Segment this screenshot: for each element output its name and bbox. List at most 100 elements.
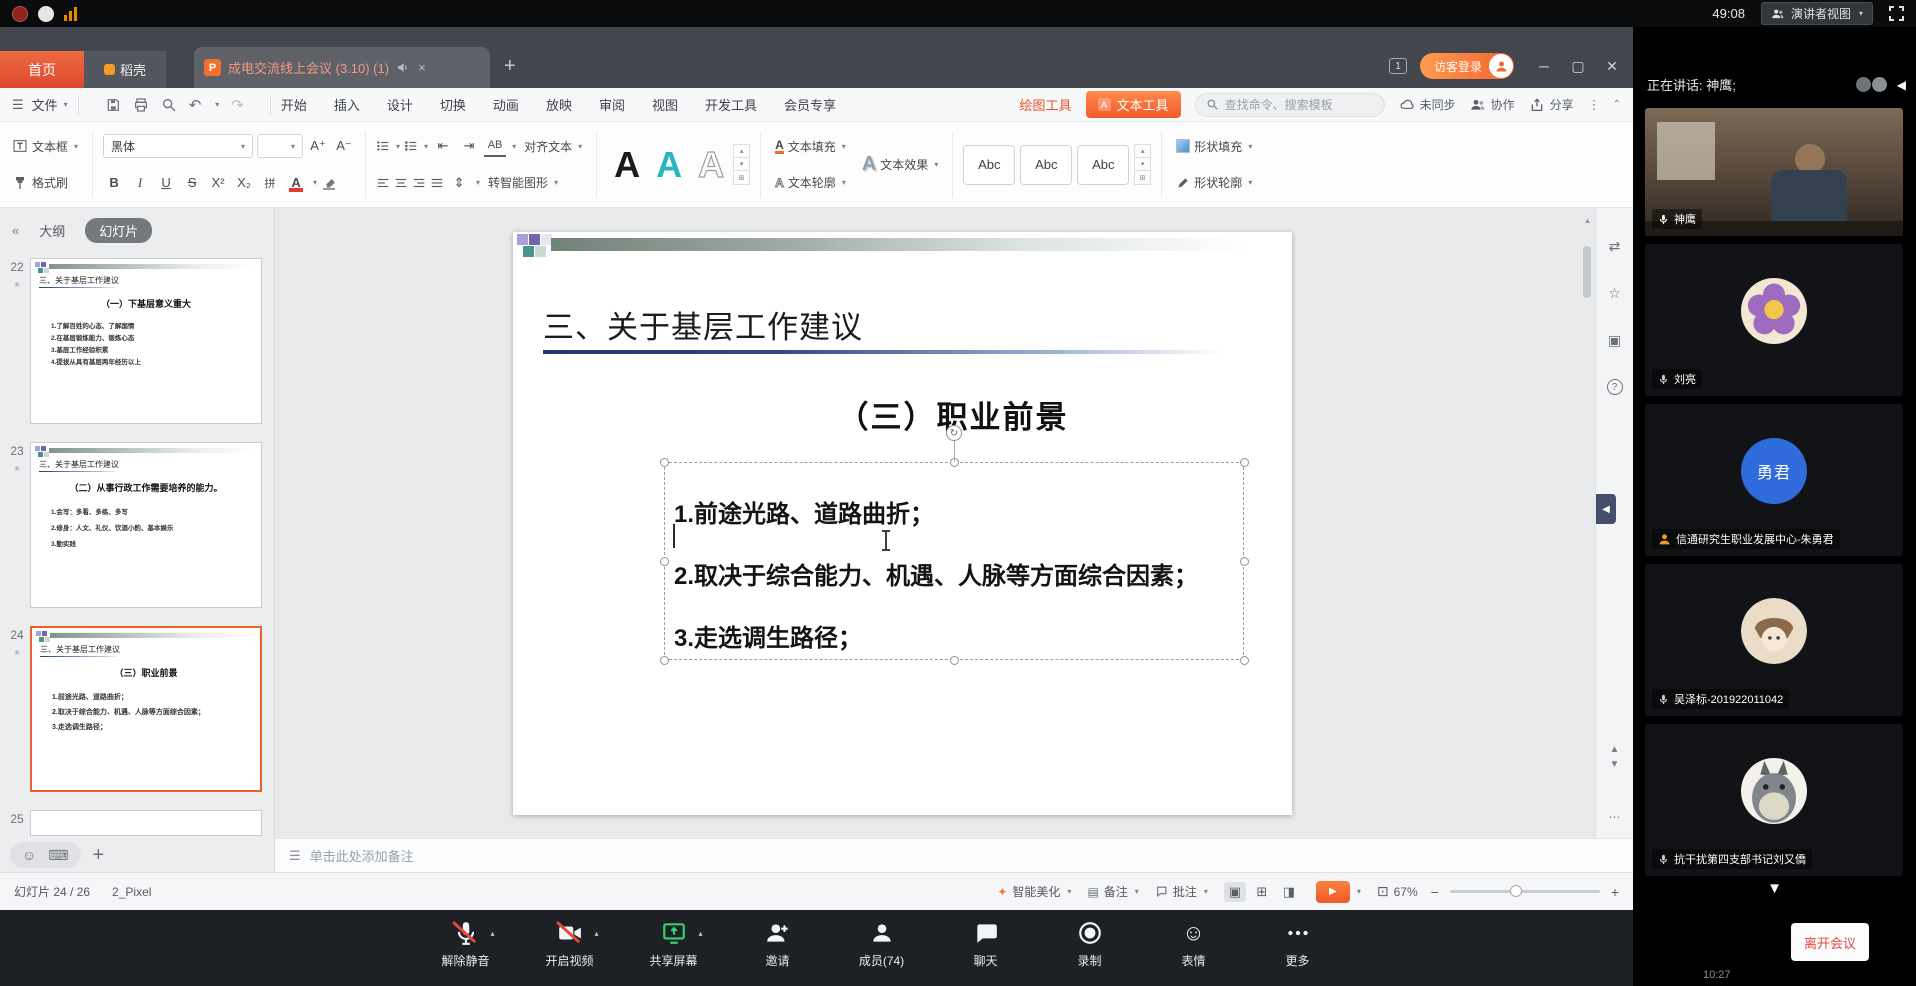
- record-button[interactable]: 录制: [1057, 919, 1123, 986]
- invite-button[interactable]: 邀请: [745, 919, 811, 986]
- slide-thumbnail-22[interactable]: 22★ 三、关于基层工作建议 （一）下基层意义重大 1.了解百姓的心态、了解国情…: [4, 258, 262, 424]
- clipboard-icon[interactable]: ▣: [1596, 332, 1633, 349]
- resources-icon[interactable]: ☆: [1596, 285, 1633, 302]
- window-count-icon[interactable]: 1: [1389, 58, 1407, 74]
- resize-handle[interactable]: [660, 458, 669, 467]
- increase-indent-icon[interactable]: ⇥: [458, 135, 480, 157]
- notes-toggle-button[interactable]: ▤备注▾: [1087, 883, 1138, 900]
- undo-icon[interactable]: ↶: [189, 96, 202, 114]
- subscript-button[interactable]: X₂: [233, 172, 255, 194]
- menu-file[interactable]: 文件: [32, 95, 58, 114]
- stats-tray-icon[interactable]: [64, 7, 77, 21]
- emoji-tool-icon[interactable]: ☺: [22, 847, 36, 863]
- maximize-button[interactable]: ▢: [1561, 53, 1595, 79]
- share-screen-button[interactable]: ▴ 共享屏幕: [641, 919, 707, 986]
- menu-insert[interactable]: 插入: [334, 95, 360, 114]
- print-preview-icon[interactable]: [161, 97, 177, 113]
- fit-window-icon[interactable]: ⊡: [1377, 883, 1389, 900]
- decrease-indent-icon[interactable]: ⇤: [432, 135, 454, 157]
- increase-font-button[interactable]: A⁺: [307, 135, 329, 157]
- participant-tile-video[interactable]: 神鹰: [1645, 108, 1903, 236]
- slide-body-text[interactable]: 1.前途光路、道路曲折； 2.取决于综合能力、机遇、人脉等方面综合因素； 3.走…: [674, 484, 1238, 670]
- collapse-ribbon-icon[interactable]: ⌃: [1613, 99, 1621, 110]
- slide-thumbnail-24[interactable]: 24★ 三、关于基层工作建议 （三）职业前景 1.前途光路、道路曲折； 2.取决…: [4, 626, 262, 792]
- tab-text-tools[interactable]: A文本工具: [1086, 91, 1181, 118]
- slide-title[interactable]: 三、关于基层工作建议: [543, 302, 863, 347]
- sync-status[interactable]: 未同步: [1399, 96, 1456, 113]
- wordart-style-2[interactable]: A: [649, 147, 689, 183]
- collab-button[interactable]: 协作: [1470, 96, 1515, 113]
- chevron-up-icon[interactable]: ▴: [594, 929, 598, 938]
- zoom-out-button[interactable]: −: [1431, 884, 1439, 900]
- login-button[interactable]: 访客登录: [1420, 53, 1514, 79]
- numbered-list-icon[interactable]: [404, 139, 418, 153]
- font-size-select[interactable]: ▾: [257, 134, 303, 158]
- slide-thumbnail-25[interactable]: 25: [4, 810, 262, 836]
- font-color-button[interactable]: A: [285, 172, 307, 194]
- resize-handle[interactable]: [660, 557, 669, 566]
- reading-view-button[interactable]: ◨: [1278, 882, 1300, 902]
- text-effect-button[interactable]: A文本效果▾: [858, 151, 942, 178]
- chevron-up-icon[interactable]: ▴: [698, 929, 702, 938]
- smart-beautify-button[interactable]: ✦智能美化▾: [997, 883, 1071, 900]
- superscript-button[interactable]: X²: [207, 172, 229, 194]
- audio-tray-icon[interactable]: [38, 6, 54, 22]
- align-right-icon[interactable]: [412, 176, 426, 190]
- start-video-button[interactable]: ▴ 开启视频: [537, 919, 603, 986]
- menu-transition[interactable]: 切换: [440, 95, 466, 114]
- menu-view[interactable]: 视图: [652, 95, 678, 114]
- object-properties-icon[interactable]: ⇄: [1596, 238, 1633, 255]
- menu-slideshow[interactable]: 放映: [546, 95, 572, 114]
- expand-panel-tab[interactable]: ◀: [1596, 494, 1616, 524]
- align-left-icon[interactable]: [376, 176, 390, 190]
- align-center-icon[interactable]: [394, 176, 408, 190]
- tab-document[interactable]: P 成电交流线上会议 (3.10) (1) ×: [194, 47, 490, 88]
- share-button[interactable]: 分享: [1529, 96, 1574, 113]
- shape-style-1[interactable]: Abc: [963, 145, 1015, 185]
- slide-canvas[interactable]: 三、关于基层工作建议 （三）职业前景 ↻ 1.前途光路、道路曲折； 2.取决于综…: [275, 208, 1595, 838]
- resize-handle[interactable]: [1240, 557, 1249, 566]
- redo-icon[interactable]: ↷: [231, 96, 244, 114]
- close-button[interactable]: ✕: [1595, 53, 1629, 79]
- participant-tile[interactable]: 吴泽标-201922011042: [1645, 564, 1903, 716]
- speaker-icon[interactable]: [396, 61, 409, 74]
- bold-button[interactable]: B: [103, 172, 125, 194]
- rotate-handle[interactable]: ↻: [946, 425, 962, 441]
- tab-home[interactable]: 首页: [0, 51, 84, 88]
- fullscreen-icon[interactable]: [1889, 6, 1904, 21]
- emoji-button[interactable]: ☺ 表情: [1161, 919, 1227, 986]
- hamburger-icon[interactable]: ☰: [12, 97, 24, 113]
- play-slideshow-button[interactable]: ▶: [1316, 881, 1350, 903]
- text-outline-button[interactable]: A文本轮廓▾: [771, 172, 850, 193]
- close-tab-icon[interactable]: ×: [418, 60, 426, 75]
- help-icon[interactable]: ?: [1596, 379, 1633, 395]
- insert-textbox-button[interactable]: 文本框▾: [8, 136, 82, 157]
- print-icon[interactable]: [133, 97, 149, 113]
- normal-view-button[interactable]: ▣: [1224, 882, 1246, 902]
- align-text-button[interactable]: 对齐文本▾: [520, 136, 586, 157]
- menu-review[interactable]: 审阅: [599, 95, 625, 114]
- scrollbar-thumb[interactable]: [1583, 246, 1591, 298]
- line-spacing-icon[interactable]: ⇕: [448, 172, 470, 194]
- shape-fill-button[interactable]: 形状填充▾: [1172, 136, 1256, 157]
- prev-next-slide-buttons[interactable]: ▲▼: [1596, 742, 1633, 772]
- format-painter-button[interactable]: 格式刷: [8, 172, 82, 193]
- wordart-style-1[interactable]: A: [607, 147, 647, 183]
- decrease-font-button[interactable]: A⁻: [333, 135, 355, 157]
- to-smart-graphic-button[interactable]: 转智能图形▾: [484, 172, 562, 193]
- tab-slides[interactable]: 幻灯片: [85, 218, 152, 243]
- tab-draw-tools[interactable]: 绘图工具: [1020, 95, 1072, 114]
- more-button[interactable]: 更多: [1265, 919, 1331, 986]
- resize-handle[interactable]: [660, 656, 669, 665]
- participant-tile[interactable]: 抗干扰第四支部书记刘又僑: [1645, 724, 1903, 876]
- italic-button[interactable]: I: [129, 172, 151, 194]
- shape-style-3[interactable]: Abc: [1077, 145, 1129, 185]
- new-tab-button[interactable]: +: [504, 55, 516, 78]
- underline-button[interactable]: U: [155, 172, 177, 194]
- slide-24[interactable]: 三、关于基层工作建议 （三）职业前景 ↻ 1.前途光路、道路曲折； 2.取决于综…: [513, 232, 1292, 815]
- resize-handle[interactable]: [1240, 458, 1249, 467]
- menu-devtools[interactable]: 开发工具: [705, 95, 757, 114]
- tab-outline[interactable]: 大纲: [39, 221, 65, 240]
- keyboard-tool-icon[interactable]: ⌨: [48, 847, 68, 864]
- wordart-gallery-scroller[interactable]: ▴▾⊞: [733, 144, 750, 185]
